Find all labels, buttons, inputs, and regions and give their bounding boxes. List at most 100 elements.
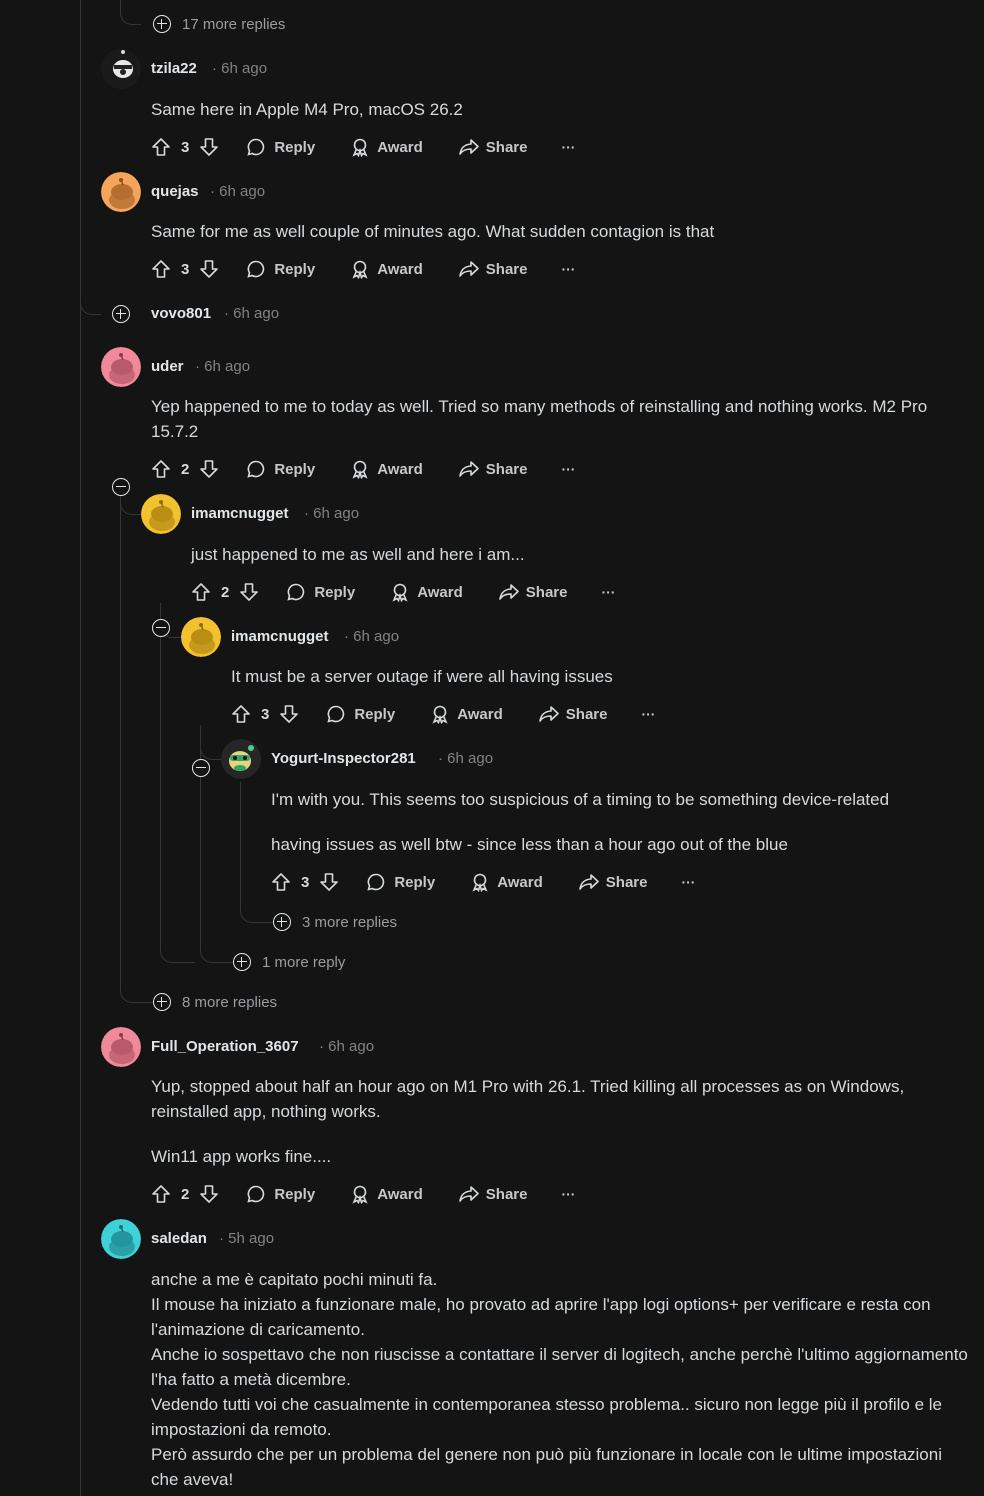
upvote-icon[interactable]	[151, 137, 171, 157]
share-button[interactable]: Share	[538, 704, 607, 724]
thread-line-mcnugget2[interactable]	[200, 725, 201, 945]
upvote-icon[interactable]	[191, 582, 211, 602]
vote-count: 3	[301, 873, 310, 891]
avatar[interactable]	[141, 494, 181, 534]
avatar[interactable]	[101, 1219, 141, 1259]
thread-curve-yogurt	[200, 735, 221, 760]
more-options-button[interactable]: ···	[641, 706, 655, 722]
upvote-icon[interactable]	[151, 259, 171, 279]
share-button[interactable]: Share	[458, 137, 527, 157]
reply-button[interactable]: Reply	[326, 704, 395, 724]
comment-icon	[286, 582, 306, 602]
share-button[interactable]: Share	[458, 259, 527, 279]
thread-line-mcnugget1[interactable]	[160, 603, 161, 943]
avatar[interactable]	[181, 617, 221, 657]
share-icon	[458, 1184, 480, 1204]
username[interactable]: Full_Operation_3607	[151, 1038, 299, 1055]
reply-button[interactable]: Reply	[246, 259, 315, 279]
vote-count: 2	[221, 583, 230, 601]
reply-button[interactable]: Reply	[246, 137, 315, 157]
more-options-button[interactable]: ···	[681, 874, 695, 890]
thread-curve-uder-more	[120, 980, 155, 1003]
reply-button[interactable]: Reply	[366, 872, 435, 892]
award-button[interactable]: Award	[350, 459, 423, 479]
more-replies-top[interactable]: 17 more replies	[153, 14, 285, 34]
comment-action-bar: 3 Reply Award Share ···	[151, 133, 575, 161]
timestamp: · 6h ago	[319, 1038, 375, 1055]
thread-line-yogurt[interactable]	[240, 782, 241, 902]
award-button[interactable]: Award	[350, 1184, 423, 1204]
award-icon	[430, 704, 450, 724]
username[interactable]: Yogurt-Inspector281	[271, 750, 416, 767]
share-label: Share	[485, 460, 528, 478]
award-label: Award	[417, 583, 463, 601]
username[interactable]: saledan	[151, 1230, 207, 1247]
more-replies-yogurt[interactable]: 3 more replies	[273, 912, 397, 932]
collapse-thread-icon[interactable]	[152, 619, 170, 637]
award-icon	[470, 872, 490, 892]
award-icon	[350, 459, 370, 479]
expand-icon	[153, 993, 171, 1011]
reply-label: Reply	[274, 1185, 316, 1203]
avatar[interactable]	[101, 1027, 141, 1067]
collapse-thread-icon[interactable]	[112, 478, 130, 496]
share-button[interactable]: Share	[458, 1184, 528, 1204]
downvote-icon[interactable]	[199, 137, 219, 157]
more-options-button[interactable]: ···	[561, 261, 575, 277]
downvote-icon[interactable]	[239, 582, 259, 602]
downvote-icon[interactable]	[319, 872, 339, 892]
award-button[interactable]: Award	[470, 872, 543, 892]
award-button[interactable]: Award	[350, 137, 423, 157]
downvote-icon[interactable]	[199, 459, 219, 479]
thread-line-root	[80, 0, 81, 1496]
more-options-button[interactable]: ···	[561, 139, 575, 155]
reply-button[interactable]: Reply	[286, 582, 355, 602]
timestamp: · 6h ago	[195, 358, 251, 375]
reply-button[interactable]: Reply	[246, 1184, 315, 1204]
share-button[interactable]: Share	[458, 459, 528, 479]
award-button[interactable]: Award	[350, 259, 423, 279]
username[interactable]: imamcnugget	[231, 628, 329, 645]
collapse-thread-icon[interactable]	[192, 759, 210, 777]
downvote-icon[interactable]	[199, 259, 219, 279]
avatar[interactable]	[101, 172, 141, 212]
more-options-button[interactable]: ···	[601, 584, 615, 600]
comment-body: just happened to me as well and here i a…	[191, 545, 525, 564]
username[interactable]: tzila22	[151, 60, 197, 77]
upvote-icon[interactable]	[231, 704, 251, 724]
share-button[interactable]: Share	[498, 582, 567, 602]
username[interactable]: quejas	[151, 183, 199, 200]
thread-curve-yogurt-more	[240, 900, 275, 923]
thread-line-uder[interactable]	[120, 480, 121, 980]
avatar[interactable]	[101, 347, 141, 387]
award-button[interactable]: Award	[430, 704, 503, 724]
more-options-button[interactable]: ···	[561, 461, 575, 477]
reply-button[interactable]: Reply	[246, 459, 315, 479]
award-button[interactable]: Award	[390, 582, 463, 602]
share-button[interactable]: Share	[578, 872, 647, 892]
expand-comment-icon[interactable]	[112, 305, 130, 323]
username[interactable]: vovo801	[151, 305, 211, 322]
upvote-icon[interactable]	[151, 459, 171, 479]
username[interactable]: imamcnugget	[191, 505, 289, 522]
thread-curve-mcnugget2-more	[200, 940, 235, 963]
timestamp: · 6h ago	[438, 750, 494, 767]
upvote-icon[interactable]	[151, 1184, 171, 1204]
comment-action-bar: 3 Reply Award Share ···	[151, 255, 575, 283]
upvote-icon[interactable]	[271, 872, 291, 892]
award-label: Award	[377, 460, 423, 478]
share-icon	[458, 459, 480, 479]
comment-icon	[246, 259, 266, 279]
more-replies-mcnugget[interactable]: 1 more reply	[233, 952, 345, 972]
share-label: Share	[485, 1185, 528, 1203]
more-options-button[interactable]: ···	[561, 1186, 575, 1202]
username[interactable]: uder	[151, 358, 184, 375]
timestamp: · 6h ago	[344, 628, 400, 645]
avatar[interactable]	[101, 49, 141, 89]
downvote-icon[interactable]	[199, 1184, 219, 1204]
thread-curve-top	[120, 0, 141, 25]
more-replies-uder[interactable]: 8 more replies	[153, 992, 277, 1012]
downvote-icon[interactable]	[279, 704, 299, 724]
share-icon	[578, 872, 600, 892]
avatar[interactable]	[221, 739, 261, 779]
